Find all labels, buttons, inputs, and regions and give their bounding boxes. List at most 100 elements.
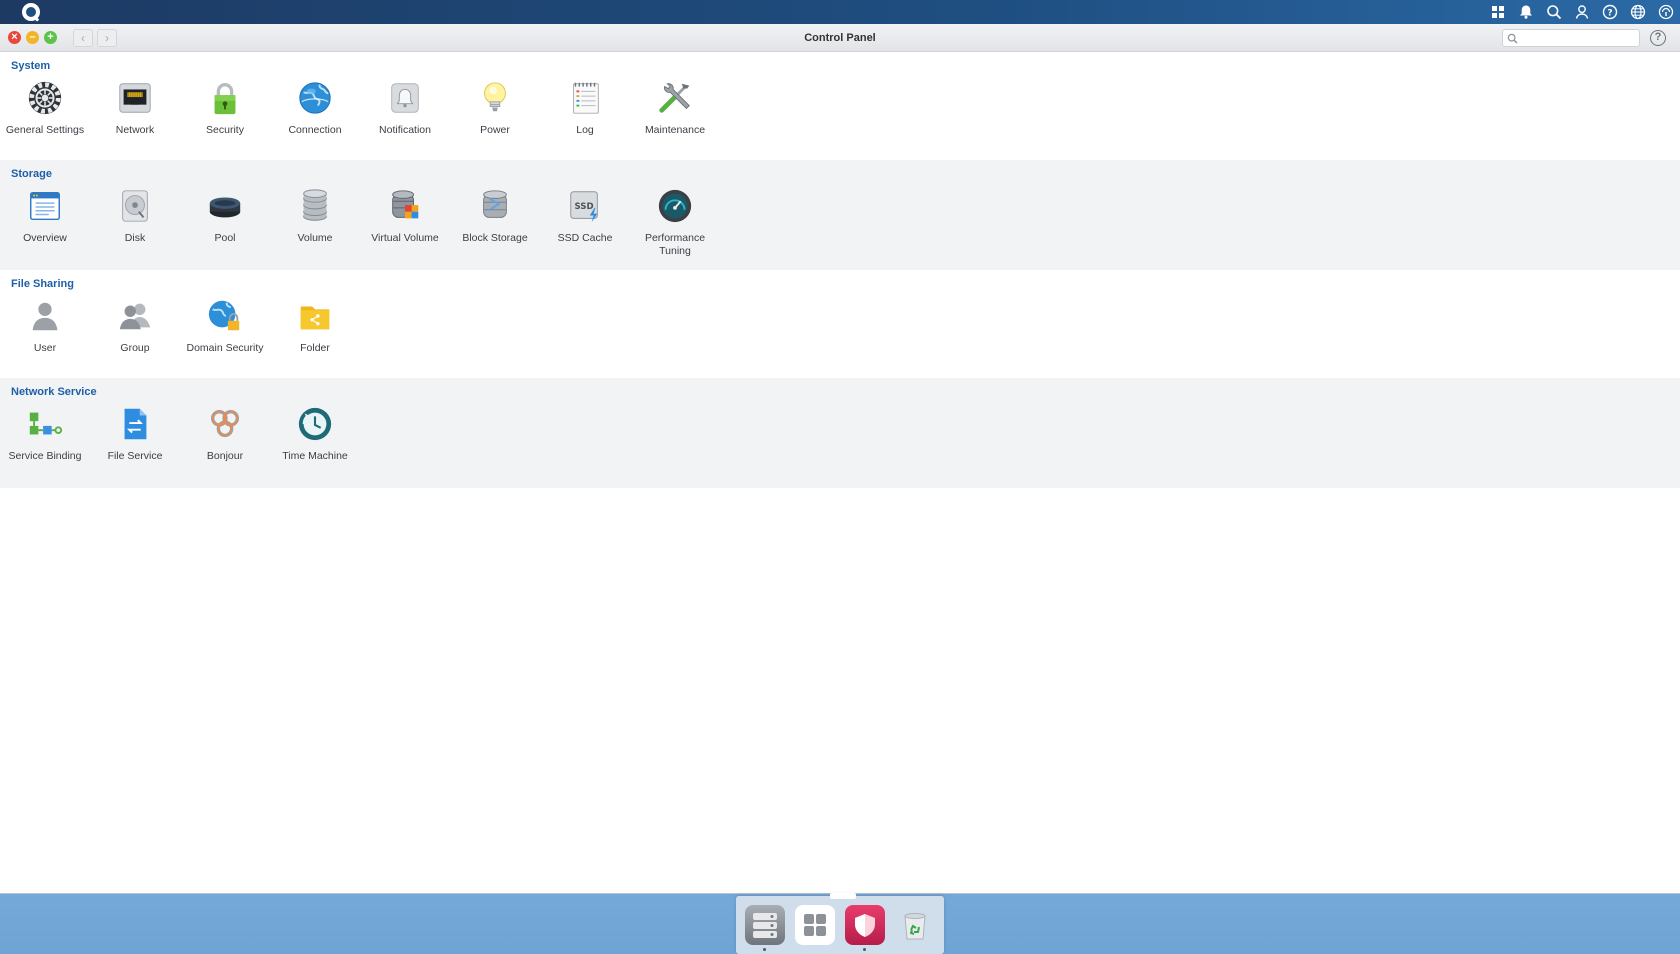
- user-icon[interactable]: [1574, 4, 1590, 20]
- dock-handle[interactable]: [830, 893, 856, 899]
- bell-icon[interactable]: [1518, 4, 1534, 20]
- window-titlebar: × – + ‹ › Control Panel ?: [0, 24, 1680, 52]
- item-block-storage[interactable]: Block Storage: [450, 186, 540, 258]
- pool-icon: [209, 197, 241, 218]
- item-label: SSD Cache: [557, 232, 613, 244]
- item-domain-security[interactable]: Domain Security: [180, 296, 270, 355]
- running-indicator: [863, 948, 866, 951]
- item-folder[interactable]: Folder: [270, 296, 360, 355]
- item-label: Block Storage: [462, 232, 528, 244]
- section-title: Storage: [11, 168, 52, 180]
- item-label: Notification: [379, 124, 431, 136]
- padlock-icon: [214, 83, 236, 115]
- item-label: General Settings: [5, 124, 85, 136]
- section-title: File Sharing: [11, 278, 74, 290]
- item-user[interactable]: User: [0, 296, 90, 355]
- disk-icon: [122, 190, 148, 222]
- running-indicator: [763, 948, 766, 951]
- tools-icon: [659, 83, 690, 113]
- item-service-binding[interactable]: Service Binding: [0, 404, 90, 463]
- help-button[interactable]: ?: [1650, 30, 1666, 46]
- globe-icon: [299, 82, 331, 114]
- user-icon: [32, 302, 58, 331]
- back-button[interactable]: ‹: [73, 28, 93, 47]
- virtual-volume-icon: [392, 190, 419, 219]
- storage-manager-icon: [753, 913, 777, 938]
- item-network[interactable]: Network: [90, 78, 180, 137]
- dock: [736, 893, 944, 954]
- search-box[interactable]: [1502, 29, 1640, 47]
- bell-icon: [391, 83, 419, 113]
- item-label: Network: [115, 124, 155, 136]
- item-label: Service Binding: [8, 450, 82, 462]
- section-network-service: Network Service Service Binding File Ser…: [0, 378, 1680, 488]
- help-icon[interactable]: ?: [1602, 4, 1618, 20]
- section-file-sharing: File Sharing User Group Domain Security …: [0, 270, 1680, 378]
- forward-button[interactable]: ›: [97, 28, 117, 47]
- item-general-settings[interactable]: General Settings: [0, 78, 90, 137]
- service-binding-icon: [29, 412, 63, 435]
- search-icon: [1507, 33, 1518, 43]
- item-label: Group: [120, 342, 150, 354]
- item-security[interactable]: Security: [180, 78, 270, 137]
- item-notification[interactable]: Notification: [360, 78, 450, 137]
- item-connection[interactable]: Connection: [270, 78, 360, 137]
- item-label: Maintenance: [644, 124, 706, 136]
- item-virtual-volume[interactable]: Virtual Volume: [360, 186, 450, 258]
- globe-icon[interactable]: [1630, 4, 1646, 20]
- item-disk[interactable]: Disk: [90, 186, 180, 258]
- item-label: Volume: [297, 232, 333, 244]
- recycle-bin-icon: [904, 913, 926, 940]
- apps-grid-icon[interactable]: [1490, 4, 1506, 20]
- item-label: Domain Security: [186, 342, 264, 354]
- item-label: Power: [480, 124, 510, 136]
- item-volume[interactable]: Volume: [270, 186, 360, 258]
- window-controls: × – +: [8, 31, 57, 44]
- app-grid-icon: [804, 914, 826, 936]
- item-ssd-cache[interactable]: SSD SSD Cache: [540, 186, 630, 258]
- item-label: Bonjour: [206, 450, 244, 462]
- maximize-button[interactable]: +: [44, 31, 57, 44]
- system-tray: ?: [1490, 4, 1674, 20]
- file-service-icon: [124, 408, 147, 440]
- top-system-bar: ?: [0, 0, 1680, 24]
- minimize-button[interactable]: –: [26, 31, 39, 44]
- item-power[interactable]: Power: [450, 78, 540, 137]
- volume-stack-icon: [303, 189, 327, 221]
- gear-icon: [28, 81, 62, 115]
- overview-window-icon: [30, 191, 60, 221]
- item-label: Folder: [300, 342, 330, 354]
- item-group[interactable]: Group: [90, 296, 180, 355]
- control-panel-window: × – + ‹ › Control Panel ? System General…: [0, 24, 1680, 894]
- item-performance-tuning[interactable]: Performance Tuning: [630, 186, 720, 258]
- section-system: System General Settings Network Security…: [0, 52, 1680, 160]
- network-port-icon: [119, 83, 151, 113]
- bonjour-icon: [210, 409, 240, 438]
- dock-security-app[interactable]: [845, 905, 885, 951]
- item-time-machine[interactable]: Time Machine: [270, 404, 360, 463]
- os-logo-icon[interactable]: [22, 3, 40, 21]
- section-title: System: [11, 60, 51, 72]
- item-bonjour[interactable]: Bonjour: [180, 404, 270, 463]
- block-storage-icon: [483, 190, 507, 218]
- item-log[interactable]: Log: [540, 78, 630, 137]
- item-maintenance[interactable]: Maintenance: [630, 78, 720, 137]
- close-button[interactable]: ×: [8, 31, 21, 44]
- item-label: Security: [206, 124, 244, 136]
- item-overview[interactable]: Overview: [0, 186, 90, 258]
- search-icon[interactable]: [1546, 4, 1562, 20]
- lightbulb-icon: [484, 82, 506, 112]
- dock-storage-manager[interactable]: [745, 905, 785, 951]
- item-pool[interactable]: Pool: [180, 186, 270, 258]
- item-label: File Service: [107, 450, 163, 462]
- dock-recycle-bin[interactable]: [895, 905, 935, 945]
- item-file-service[interactable]: File Service: [90, 404, 180, 463]
- time-machine-icon: [298, 407, 332, 441]
- domain-security-icon: [208, 300, 240, 331]
- ssd-cache-icon: SSD: [570, 191, 598, 223]
- search-input[interactable]: [1522, 32, 1632, 44]
- shared-folder-icon: [300, 306, 330, 330]
- window-title: Control Panel: [804, 31, 876, 44]
- info-icon[interactable]: [1658, 4, 1674, 20]
- dock-app-grid[interactable]: [795, 905, 835, 945]
